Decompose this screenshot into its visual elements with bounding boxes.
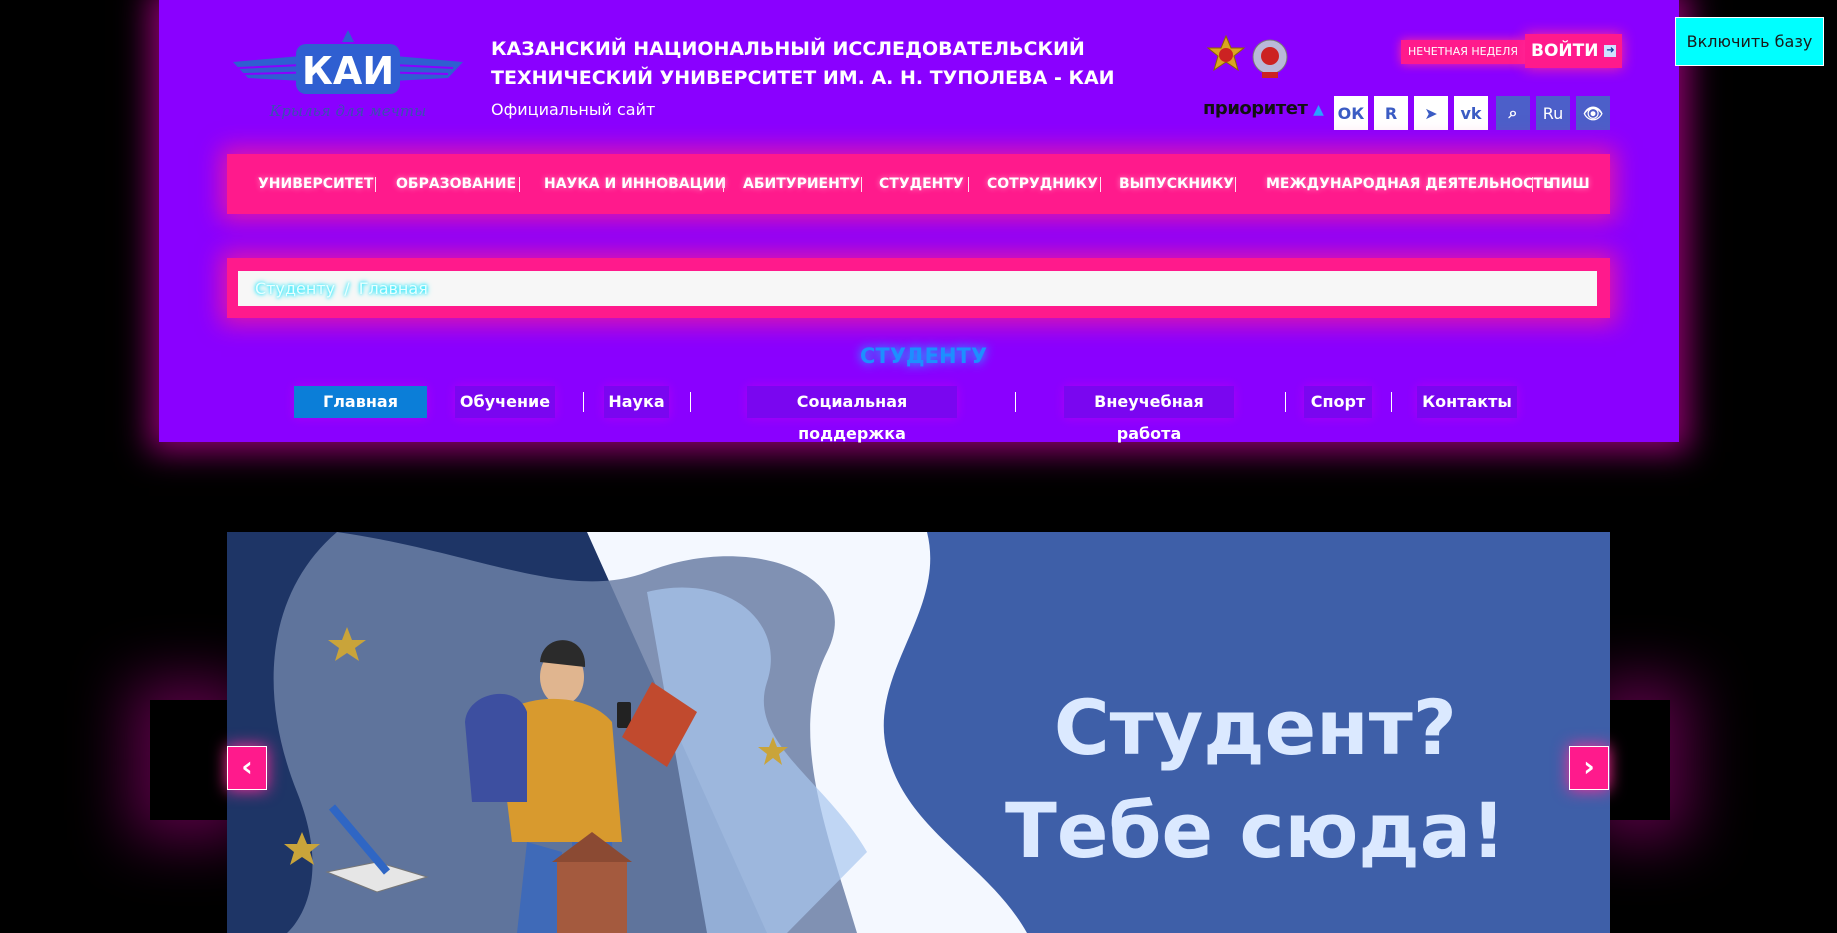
login-button[interactable]: ВОЙТИ ➜ [1525,34,1623,68]
nav-separator [968,177,969,192]
enable-database-button[interactable]: Включить базу [1675,17,1824,66]
breadcrumb: Студенту / Главная [238,271,1597,306]
nav-graduate[interactable]: ВЫПУСКНИКУ [1119,154,1234,214]
week-badge: НЕЧЕТНАЯ НЕДЕЛЯ [1401,40,1526,64]
breadcrumb-student[interactable]: Студенту [255,279,335,298]
tab-extracurricular[interactable]: Внеучебная работа [1064,386,1234,443]
nav-separator [1235,177,1236,192]
breadcrumb-separator: / [344,279,350,298]
tab-learning[interactable]: Обучение [455,386,555,418]
tab-sport[interactable]: Спорт [1304,386,1372,418]
headline-line-1: Студент? [1053,683,1457,772]
slider-next-button[interactable]: › [1569,746,1609,790]
main-navigation: УНИВЕРСИТЕТ ОБРАЗОВАНИЕ НАУКА И ИННОВАЦИ… [227,154,1610,214]
nav-separator [519,177,520,192]
logo-motto: Крылья для мечты [269,102,427,120]
nav-employee[interactable]: СОТРУДНИКУ [987,154,1098,214]
nav-university[interactable]: УНИВЕРСИТЕТ [258,154,373,214]
accessibility-icon[interactable]: 👁 [1576,96,1610,130]
priority-arrow-icon: ▲ [1313,102,1324,118]
subnav-separator [690,392,691,412]
nav-pish[interactable]: ПИШ [1549,154,1590,214]
telegram-icon[interactable]: ➤ [1414,96,1448,130]
nav-separator [723,177,724,192]
headline-line-2: Тебе сюда! [1005,786,1506,875]
tab-science[interactable]: Наука [604,386,669,418]
banner-slider[interactable]: Студент? Тебе сюда! [227,532,1610,933]
slider-glow [150,700,230,820]
login-label: ВОЙТИ [1531,41,1599,61]
tab-contacts[interactable]: Контакты [1417,386,1517,418]
nav-international[interactable]: МЕЖДУНАРОДНАЯ ДЕЯТЕЛЬНОСТЬ [1266,154,1554,214]
subnav-separator [1285,392,1286,412]
university-title: КАЗАНСКИЙ НАЦИОНАЛЬНЫЙ ИССЛЕДОВАТЕЛЬСКИЙ… [491,35,1115,93]
kai-logo[interactable]: КАИ Крылья для мечты [228,24,468,124]
nav-education[interactable]: ОБРАЗОВАНИЕ [396,154,516,214]
title-line-1: КАЗАНСКИЙ НАЦИОНАЛЬНЫЙ ИССЛЕДОВАТЕЛЬСКИЙ [491,38,1085,60]
tab-main[interactable]: Главная [294,386,427,418]
nav-separator [861,177,862,192]
slider-prev-button[interactable]: ‹ [227,746,267,790]
nav-separator [1532,177,1533,192]
login-icon: ➜ [1604,45,1617,57]
breadcrumb-container: Студенту / Главная [227,258,1610,318]
logo-text: КАИ [302,49,394,93]
priority-logo[interactable]: приоритет ▲ [1203,98,1324,119]
rutube-icon[interactable]: R [1374,96,1408,130]
nav-separator [1100,177,1101,192]
nav-science[interactable]: НАУКА И ИННОВАЦИИ [544,154,726,214]
title-line-2: ТЕХНИЧЕСКИЙ УНИВЕРСИТЕТ ИМ. А. Н. ТУПОЛЕ… [491,67,1115,89]
odnoklassniki-icon[interactable]: ОК [1334,96,1368,130]
nav-applicant[interactable]: АБИТУРИЕНТУ [743,154,860,214]
site-subtitle: Официальный сайт [491,100,656,119]
vk-icon[interactable]: vk [1454,96,1488,130]
banner-headline: Студент? Тебе сюда! [1005,676,1506,882]
nav-student[interactable]: СТУДЕНТУ [879,154,964,214]
tab-social-support[interactable]: Социальная поддержка [747,386,957,443]
subnav-separator [583,392,584,412]
language-switch[interactable]: Ru [1536,96,1570,130]
award-orders-icon [1206,34,1288,78]
nav-separator [375,177,376,192]
subnav-separator [1015,392,1016,412]
subnav-separator [1391,392,1392,412]
search-icon[interactable]: ⌕ [1496,96,1530,130]
breadcrumb-current: Главная [358,279,428,298]
section-title: СТУДЕНТУ [860,344,988,368]
priority-label: приоритет [1203,98,1308,119]
slider-glow [1610,700,1670,820]
